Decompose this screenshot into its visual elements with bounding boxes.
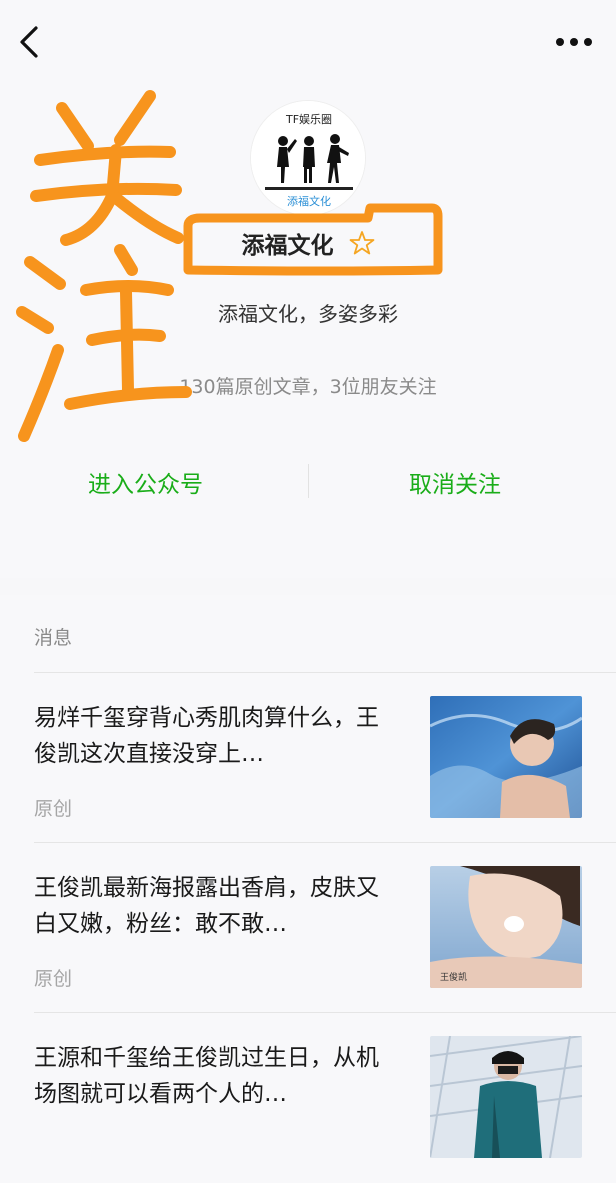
article-item[interactable]: 王源和千玺给王俊凯过生日，从机场图就可以看两个人的…	[0, 1012, 616, 1182]
article-item[interactable]: 易烊千玺穿背心秀肌肉算什么，王俊凯这次直接没穿上… 原创	[0, 672, 616, 842]
avatar-text-top: TF娱乐圈	[285, 112, 332, 126]
unfollow-button[interactable]: 取消关注	[409, 465, 501, 499]
chevron-left-icon	[20, 26, 38, 58]
account-name: 添福文化	[241, 233, 334, 259]
enter-account-button[interactable]: 进入公众号	[88, 465, 203, 499]
account-avatar[interactable]: TF娱乐圈 添福文化	[250, 100, 366, 216]
star-outline-icon[interactable]	[349, 230, 375, 256]
article-thumbnail	[430, 696, 582, 818]
more-button[interactable]	[552, 30, 596, 54]
article-thumbnail: 王俊凯	[430, 866, 582, 988]
avatar-text-bottom: 添福文化	[287, 194, 331, 208]
article-title: 易烊千玺穿背心秀肌肉算什么，王俊凯这次直接没穿上…	[34, 705, 379, 767]
account-description: 添福文化，多姿多彩	[218, 302, 398, 326]
article-title: 王俊凯最新海报露出香肩，皮肤又白又嫩，粉丝：敢不敢…	[34, 875, 379, 937]
article-item[interactable]: 王俊凯最新海报露出香肩，皮肤又白又嫩，粉丝：敢不敢… 原创 王俊凯	[0, 842, 616, 1012]
messages-section-title: 消息	[34, 627, 73, 649]
back-button[interactable]	[12, 22, 48, 62]
article-tag: 原创	[34, 798, 73, 820]
account-name-row: 添福文化	[0, 226, 616, 266]
action-divider	[308, 464, 309, 498]
article-thumbnail	[430, 1036, 582, 1158]
account-profile: TF娱乐圈 添福文化 添福文化 添福文化，多姿多彩 130篇原创文章，3位朋友关…	[0, 0, 616, 578]
article-title: 王源和千玺给王俊凯过生日，从机场图就可以看两个人的…	[34, 1045, 379, 1107]
messages-section: 消息 易烊千玺穿背心秀肌肉算什么，王俊凯这次直接没穿上… 原创 王俊凯最新海报露…	[0, 595, 616, 1183]
thumbnail-caption: 王俊凯	[440, 971, 467, 983]
avatar-logo-image: TF娱乐圈 添福文化	[251, 101, 365, 215]
account-stats: 130篇原创文章，3位朋友关注	[179, 376, 437, 398]
more-dots-icon	[556, 38, 592, 46]
article-tag: 原创	[34, 968, 73, 990]
